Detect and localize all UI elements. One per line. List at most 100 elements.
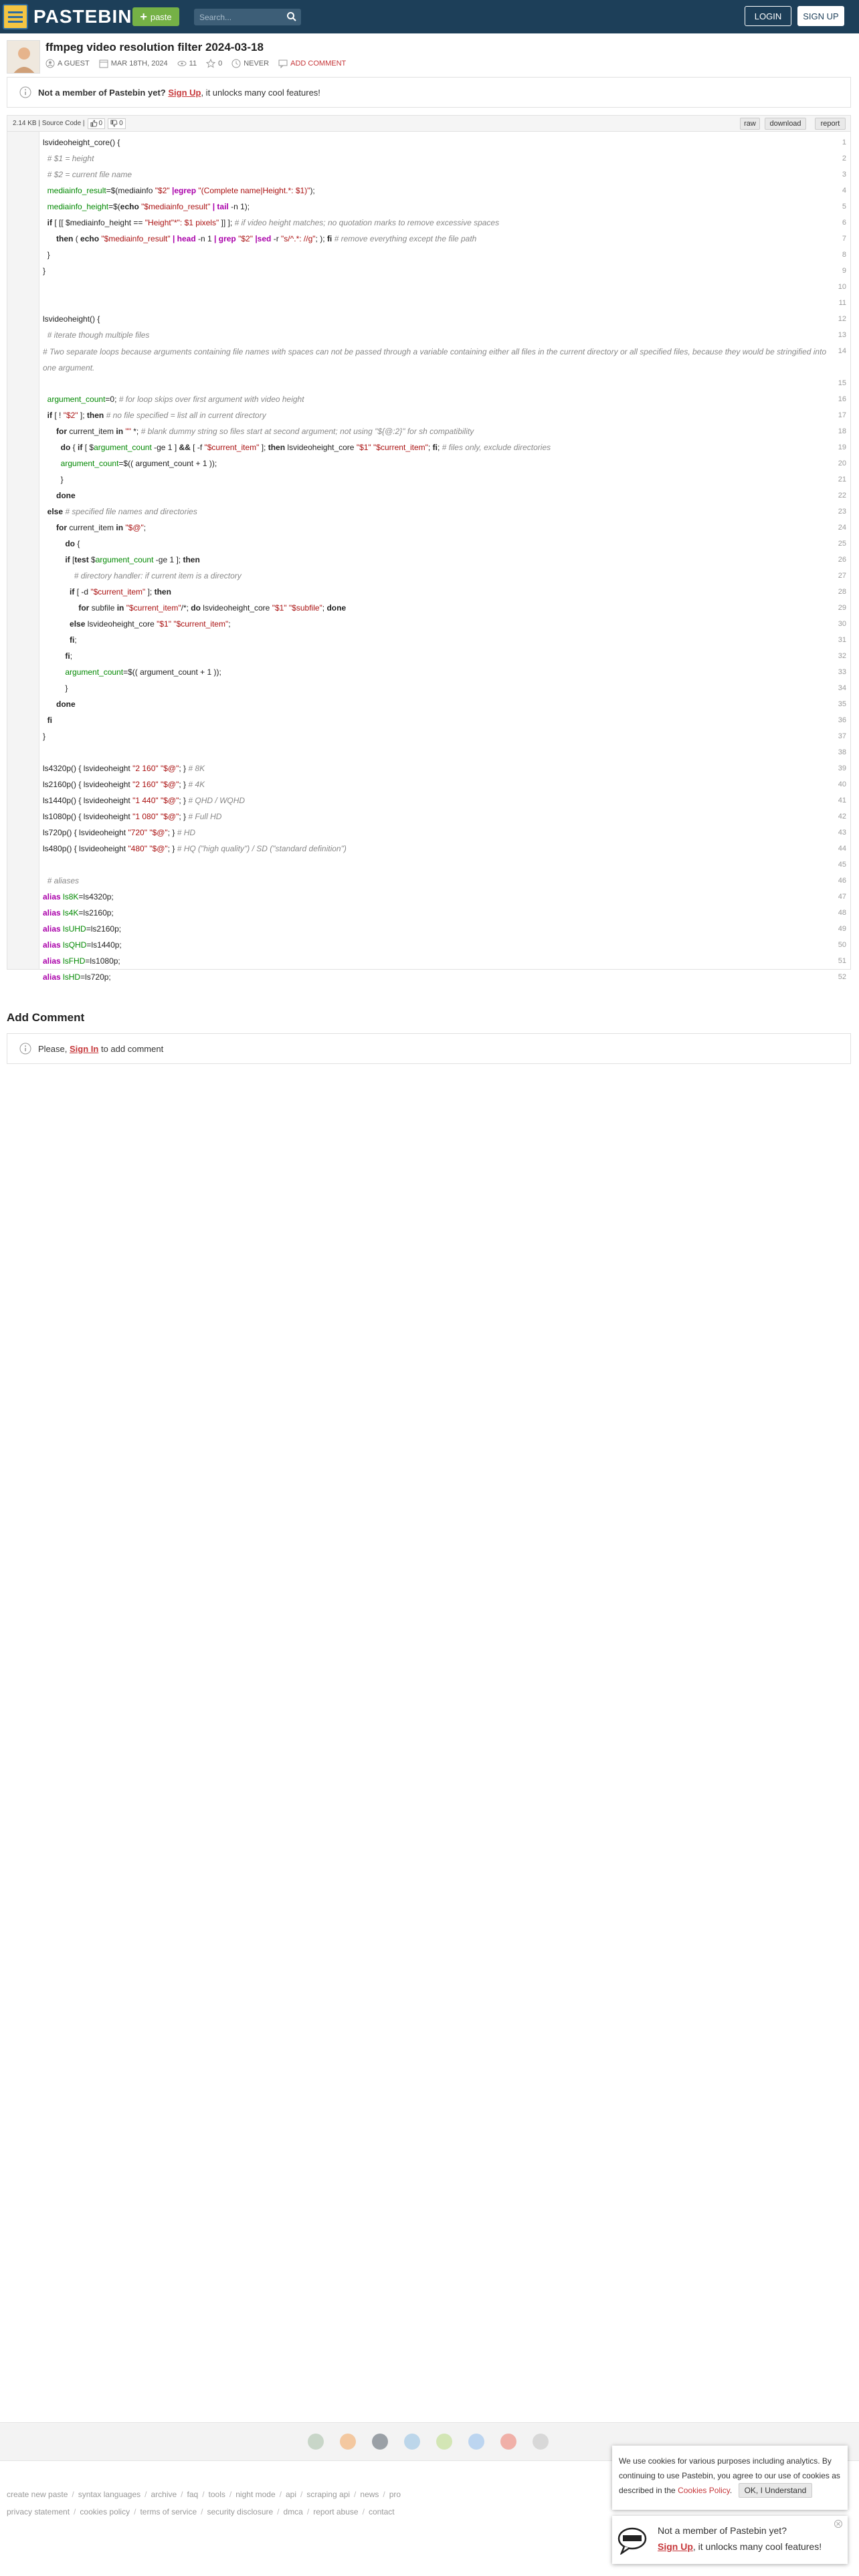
code-line: alias lsUHD=ls2160p; <box>43 924 122 934</box>
footer-link[interactable]: tools <box>209 2490 225 2499</box>
line-number: 25 <box>838 540 846 548</box>
line-number: 52 <box>838 973 846 981</box>
comment-signin-link[interactable]: Sign In <box>70 1044 98 1054</box>
signup-button[interactable]: SIGN UP <box>797 6 844 26</box>
line-number: 14 <box>838 347 846 355</box>
opera-extension-icon[interactable] <box>500 2434 516 2450</box>
footer-separator: / <box>202 2490 205 2499</box>
report-button[interactable]: report <box>815 118 846 130</box>
login-button[interactable]: LOGIN <box>745 6 791 26</box>
mac-app-icon[interactable] <box>468 2434 484 2450</box>
code-line: # $2 = current file name <box>47 170 132 179</box>
code-line: # directory handler: if current item is … <box>74 571 242 580</box>
code-line: # iterate though multiple files <box>47 330 150 340</box>
line-number: 16 <box>838 395 846 403</box>
footer-link[interactable]: news <box>360 2490 379 2499</box>
eye-icon <box>177 61 187 66</box>
android-app-icon[interactable] <box>436 2434 452 2450</box>
line-number: 19 <box>838 443 846 451</box>
line-number: 42 <box>838 813 846 821</box>
paste-meta: A GUEST MAR 18TH, 2024 11 0 NEVER ADD CO… <box>45 59 346 68</box>
line-number: 41 <box>838 796 846 804</box>
code-line: if [ [[ $mediainfo_height == "Height"*":… <box>47 218 500 227</box>
meta-date: MAR 18TH, 2024 <box>99 59 168 68</box>
footer-separator: / <box>134 2507 136 2516</box>
windows-app-icon[interactable] <box>404 2434 420 2450</box>
dislike-button[interactable]: 0 <box>108 118 126 129</box>
code-line: else lsvideoheight_core "$1" "$current_i… <box>70 619 231 629</box>
search-icon[interactable] <box>286 11 297 22</box>
code-line: ls1440p() { lsvideoheight "1 440" "$@"; … <box>43 796 246 805</box>
linux-app-icon[interactable] <box>533 2434 549 2450</box>
promo-signup-link[interactable]: Sign Up <box>658 2541 693 2552</box>
cookie-consent-popup: We use cookies for various purposes incl… <box>612 2446 848 2510</box>
footer-separator: / <box>306 2507 310 2516</box>
ios-app-icon[interactable] <box>372 2434 388 2450</box>
line-number: 11 <box>838 299 846 307</box>
footer-link[interactable]: night mode <box>235 2490 275 2499</box>
add-comment-link[interactable]: ADD COMMENT <box>278 59 346 68</box>
code-line: ls2160p() { lsvideoheight "2 160" "$@"; … <box>43 780 205 789</box>
search-box <box>194 9 301 25</box>
footer-separator: / <box>300 2490 303 2499</box>
footer-link[interactable]: cookies policy <box>80 2507 130 2516</box>
footer-link[interactable]: pro <box>389 2490 401 2499</box>
code-line: # $1 = height <box>47 154 94 163</box>
paste-date: MAR 18TH, 2024 <box>110 60 168 68</box>
notice-signup-link[interactable]: Sign Up <box>168 88 201 98</box>
code-line: fi; <box>70 635 77 645</box>
download-button[interactable]: download <box>765 118 806 130</box>
close-icon[interactable] <box>834 2520 842 2528</box>
meta-views: 11 <box>177 59 197 68</box>
line-number: 27 <box>838 572 846 580</box>
code-line: if [ ! "$2" ]; then # no file specified … <box>47 411 266 420</box>
footer-separator: / <box>74 2507 76 2516</box>
cookie-accept-button[interactable]: OK, I Understand <box>738 2483 813 2498</box>
syntax-label[interactable]: Source Code <box>42 120 81 127</box>
chrome-extension-icon[interactable] <box>308 2434 324 2450</box>
line-number: 10 <box>838 283 846 291</box>
footer-link[interactable]: dmca <box>284 2507 303 2516</box>
line-number: 49 <box>838 925 846 933</box>
footer-link[interactable]: terms of service <box>140 2507 197 2516</box>
thumbs-down-icon <box>110 120 118 127</box>
footer-link[interactable]: syntax languages <box>78 2490 140 2499</box>
line-number: 9 <box>842 267 846 275</box>
code-line: mediainfo_height=$(echo "$mediainfo_resu… <box>47 202 250 211</box>
like-count: 0 <box>98 120 103 127</box>
footer-link[interactable]: archive <box>151 2490 177 2499</box>
meta-stars[interactable]: 0 <box>206 59 222 68</box>
footer-link[interactable]: privacy statement <box>7 2507 70 2516</box>
footer-link[interactable]: contact <box>369 2507 395 2516</box>
pastebin-logo[interactable]: PASTEBIN <box>0 0 132 33</box>
line-number: 8 <box>842 251 846 259</box>
footer-link[interactable]: api <box>286 2490 296 2499</box>
raw-button[interactable]: raw <box>740 118 760 130</box>
code-line: for current_item in "" *; # blank dummy … <box>56 427 474 436</box>
code-line: do { <box>65 539 80 548</box>
info-icon <box>19 86 31 98</box>
search-input[interactable] <box>194 9 281 25</box>
footer-separator: / <box>362 2507 365 2516</box>
like-button[interactable]: 0 <box>87 118 106 129</box>
code-line: alias lsHD=ls720p; <box>43 972 111 982</box>
meta-author[interactable]: A GUEST <box>45 59 90 68</box>
new-paste-button[interactable]: + paste <box>132 7 179 26</box>
line-number: 3 <box>842 171 846 179</box>
footer-link[interactable]: scraping api <box>306 2490 350 2499</box>
line-number: 24 <box>838 524 846 532</box>
footer-link[interactable]: report abuse <box>313 2507 358 2516</box>
info-icon <box>19 1043 31 1055</box>
code-line: argument_count=0; # for loop skips over … <box>47 395 304 404</box>
comment-signin-notice: Please, Sign In to add comment <box>7 1033 851 1064</box>
code-line: # Two separate loops because arguments c… <box>43 347 827 372</box>
firefox-extension-icon[interactable] <box>340 2434 356 2450</box>
code-line: } <box>43 732 46 741</box>
thumbs-up-icon <box>90 120 97 127</box>
cookies-policy-link[interactable]: Cookies Policy <box>678 2486 730 2495</box>
line-number: 33 <box>838 668 846 676</box>
footer-link[interactable]: create new paste <box>7 2490 68 2499</box>
footer-link[interactable]: faq <box>187 2490 199 2499</box>
line-number: 39 <box>838 764 846 772</box>
footer-link[interactable]: security disclosure <box>207 2507 273 2516</box>
